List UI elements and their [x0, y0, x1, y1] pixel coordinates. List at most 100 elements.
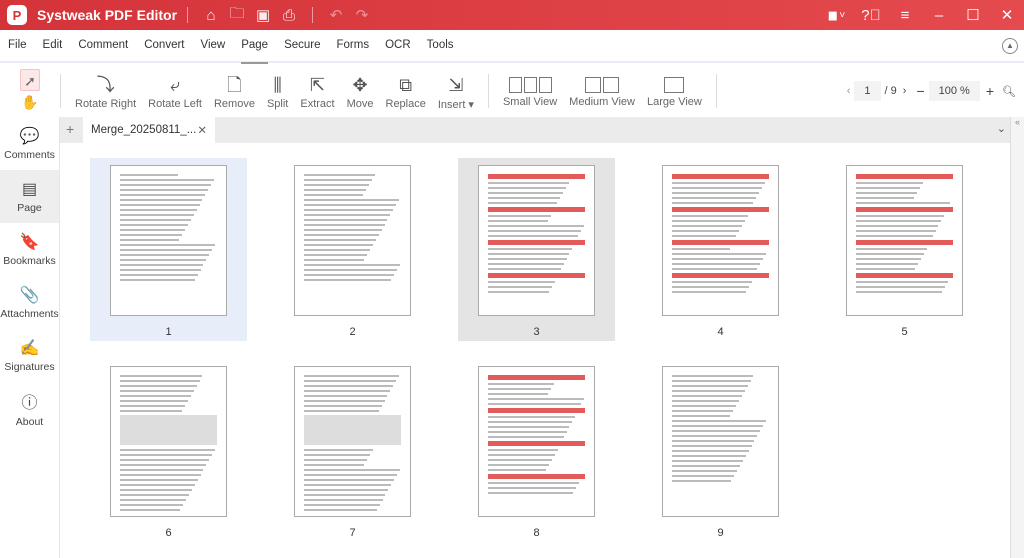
page-thumbnail[interactable]: 1 — [90, 158, 247, 341]
split-label: Split — [266, 97, 289, 110]
page-preview — [110, 165, 227, 316]
menu-secure[interactable]: Secure — [276, 29, 328, 62]
menu-tools[interactable]: Tools — [419, 29, 462, 62]
divider — [60, 74, 61, 108]
document-tab[interactable]: Merge_20250811_... ✕ — [83, 117, 215, 143]
scrollbar[interactable]: « — [1010, 117, 1024, 558]
page-thumbnail[interactable]: 8 — [458, 359, 615, 542]
rotate-right-icon: ⤵ — [96, 74, 115, 95]
hamburger-menu-icon[interactable]: ≡ — [888, 7, 922, 24]
medium-view-label: Medium View — [569, 96, 635, 108]
help-icon[interactable]: ?⃝ — [854, 7, 888, 24]
app-title: Systweak PDF Editor — [37, 7, 178, 23]
maximize-button[interactable]: ☐ — [956, 6, 990, 24]
page-thumbnail[interactable]: 6 — [90, 359, 247, 542]
sidebar-item-about[interactable]: ⓘ About — [0, 382, 59, 435]
collapse-ribbon-icon[interactable]: ▲ — [1002, 38, 1018, 54]
hand-tool-icon[interactable]: ✋ — [20, 91, 40, 113]
page-thumbnail[interactable]: 5 — [826, 158, 983, 341]
menu-file[interactable]: File — [0, 29, 35, 62]
sidebar-item-bookmarks[interactable]: 🔖 Bookmarks — [0, 223, 59, 276]
signatures-icon: ✍ — [19, 340, 40, 357]
rotate-left-label: Rotate Left — [148, 97, 202, 110]
large-view-label: Large View — [647, 96, 702, 108]
page-thumbnail[interactable]: 2 — [274, 158, 431, 341]
page-thumbnail[interactable]: 9 — [642, 359, 799, 542]
insert-label: Insert ▾ — [437, 98, 474, 111]
left-sidebar: 💬 Comments ▤ Page 🔖 Bookmarks 📎 Attachments ✍ Sig… — [0, 117, 60, 558]
page-number-label: 2 — [349, 326, 356, 338]
redo-icon[interactable]: ↷ — [349, 6, 375, 24]
page-thumbnail[interactable]: 4 — [642, 158, 799, 341]
page-icon: ▤ — [21, 181, 38, 198]
move-button[interactable]: ✥ Move — [347, 72, 374, 111]
new-tab-icon[interactable]: + — [66, 121, 74, 137]
extract-icon: ⇱ — [309, 74, 326, 95]
close-button[interactable]: ✕ — [990, 6, 1024, 24]
language-flag-icon[interactable]: ▆ ˅ — [820, 10, 854, 21]
large-view-icon — [664, 74, 685, 96]
menu-convert[interactable]: Convert — [136, 29, 192, 62]
select-arrow-icon[interactable]: ➚ — [20, 69, 40, 91]
app-logo-icon: P — [7, 5, 27, 25]
replace-button[interactable]: ⧉ Replace — [386, 72, 426, 111]
large-view-button[interactable]: Large View — [647, 74, 702, 108]
page-thumbnail[interactable]: 3 — [458, 158, 615, 341]
page-thumbnail[interactable]: 7 — [274, 359, 431, 542]
page-total: / 9 — [884, 85, 897, 97]
print-icon[interactable]: ⎙ — [276, 7, 302, 24]
rotate-right-button[interactable]: ⤵ Rotate Right — [75, 72, 136, 111]
page-number-input[interactable]: 1 — [854, 81, 881, 101]
save-icon[interactable]: ▣ — [250, 6, 276, 24]
split-button[interactable]: ⫼ Split — [267, 72, 288, 111]
minimize-button[interactable]: – — [922, 7, 956, 24]
menu-page[interactable]: Page — [233, 29, 276, 64]
prev-page-icon[interactable]: ‹ — [847, 85, 851, 97]
attachments-icon: 📎 — [19, 287, 40, 304]
move-icon: ✥ — [352, 74, 368, 95]
split-icon: ⫼ — [273, 74, 282, 95]
page-preview — [846, 165, 963, 316]
divider — [187, 7, 189, 23]
sidebar-item-attachments[interactable]: 📎 Attachments — [0, 276, 59, 329]
search-icon[interactable]: 🔍︎ — [1002, 85, 1016, 98]
menu-view[interactable]: View — [193, 29, 234, 62]
insert-button[interactable]: ⇲ Insert ▾ — [438, 72, 474, 111]
zoom-input[interactable]: 100 % — [928, 81, 980, 101]
small-view-button[interactable]: Small View — [503, 74, 557, 108]
home-icon[interactable]: ⌂ — [198, 7, 224, 24]
page-number-label: 7 — [349, 527, 356, 539]
rotate-left-button[interactable]: ⤶ Rotate Left — [148, 72, 202, 111]
sidebar-item-signatures[interactable]: ✍ Signatures — [0, 329, 59, 382]
menu-bar: File Edit Comment Convert View Page Secure Form… — [0, 29, 1024, 64]
open-folder-icon[interactable]: 🗀 — [224, 3, 250, 28]
small-view-icon — [508, 74, 552, 96]
divider — [715, 74, 717, 108]
zoom-out-icon[interactable]: − — [916, 83, 924, 99]
sidebar-item-label: Attachments — [0, 308, 59, 320]
zoom-in-icon[interactable]: + — [986, 83, 994, 99]
medium-view-button[interactable]: Medium View — [569, 74, 635, 108]
sidebar-item-label: Page — [17, 202, 42, 214]
remove-icon: 🗋 — [227, 74, 242, 95]
close-tab-icon[interactable]: ✕ — [197, 123, 207, 137]
rotate-left-icon: ⤶ — [170, 74, 181, 95]
next-page-icon[interactable]: › — [903, 85, 907, 97]
page-preview — [294, 165, 411, 316]
menu-ocr[interactable]: OCR — [377, 29, 419, 62]
undo-icon[interactable]: ↶ — [323, 6, 349, 24]
page-number-label: 5 — [901, 326, 908, 338]
menu-forms[interactable]: Forms — [329, 29, 378, 62]
page-number-label: 4 — [717, 326, 724, 338]
remove-button[interactable]: 🗋 Remove — [214, 72, 255, 111]
sidebar-item-label: Comments — [4, 149, 55, 161]
menu-edit[interactable]: Edit — [35, 29, 71, 62]
tab-list-chevron-down-icon[interactable]: ⌄ — [997, 122, 1006, 135]
remove-label: Remove — [213, 97, 255, 110]
sidebar-item-comments[interactable]: 💬 Comments — [0, 117, 59, 170]
extract-label: Extract — [300, 97, 335, 110]
menu-comment[interactable]: Comment — [70, 29, 136, 62]
page-thumbnails-area: 1 2 3 4 5 6 7 8 9 — [60, 143, 1010, 558]
extract-button[interactable]: ⇱ Extract — [300, 72, 334, 111]
sidebar-item-page[interactable]: ▤ Page — [0, 170, 59, 223]
